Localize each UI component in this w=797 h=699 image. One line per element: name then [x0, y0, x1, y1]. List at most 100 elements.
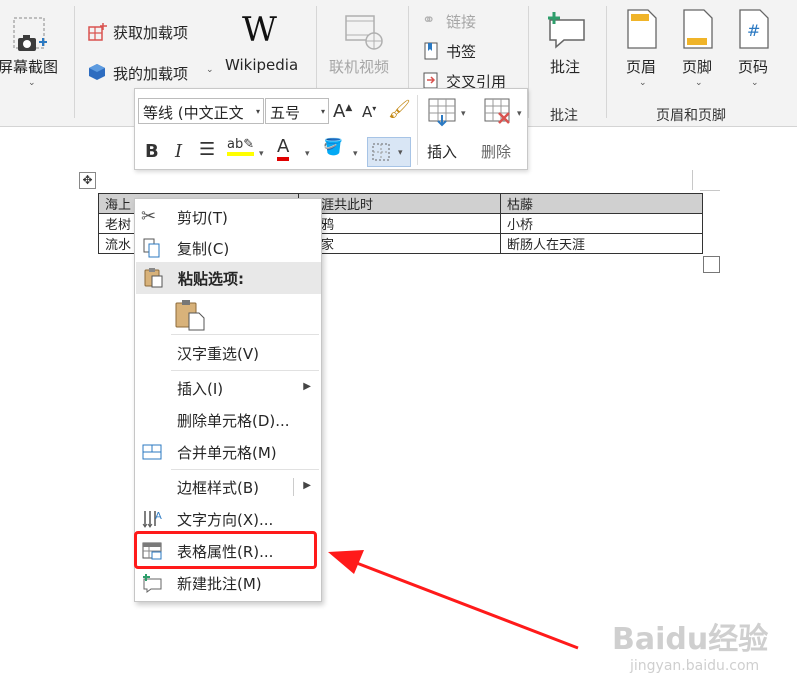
- link-icon: ⚭: [422, 10, 436, 29]
- submenu-arrow-icon: ▶: [303, 480, 311, 491]
- chevron-down-icon[interactable]: ▾: [259, 149, 264, 159]
- online-video-button[interactable]: 联机视频: [324, 10, 400, 80]
- borders-button[interactable]: ▾: [367, 137, 411, 167]
- delete-label: 删除: [481, 143, 512, 161]
- menu-item-label: 汉字重选(V): [177, 345, 259, 363]
- shrink-font-icon[interactable]: A▾: [362, 103, 376, 121]
- text-direction-icon: A: [142, 511, 162, 528]
- header-button[interactable]: 页眉 ⌄: [618, 6, 668, 92]
- menu-item-label: 新建批注(M): [177, 575, 262, 593]
- page-margin-mark: [700, 190, 720, 191]
- header-footer-group-label: 页眉和页脚: [656, 108, 726, 124]
- clipboard-icon: [144, 268, 163, 288]
- table-cell[interactable]: 枯藤: [500, 193, 703, 214]
- menu-item-insert[interactable]: 插入(I) ▶: [135, 373, 321, 403]
- menu-item-new-comment[interactable]: 新建批注(M): [135, 568, 321, 598]
- menu-item-label: 插入(I): [177, 380, 224, 398]
- menu-separator: [171, 469, 319, 470]
- italic-icon[interactable]: I: [175, 141, 182, 162]
- screenshot-label: 屏幕截图: [0, 58, 59, 76]
- format-painter-icon[interactable]: 🖌: [388, 99, 411, 120]
- menu-item-label: 文字方向(X)...: [177, 511, 274, 529]
- insert-rows-icon: [428, 98, 456, 127]
- my-addins-label: 我的加载项: [113, 65, 189, 83]
- font-color-icon[interactable]: A: [277, 137, 290, 161]
- annotation-highlight-box: [134, 531, 317, 569]
- page-margin-mark: [692, 170, 693, 190]
- footer-button[interactable]: 页脚 ⌄: [674, 6, 724, 92]
- svg-text:A: A: [155, 511, 162, 522]
- wikipedia-button[interactable]: W Wikipedia: [222, 10, 306, 80]
- chevron-down-icon: ⌄: [751, 78, 759, 88]
- font-name-combo[interactable]: 等线 (中文正文 ▾: [138, 98, 264, 124]
- screenshot-button[interactable]: 屏幕截图 ⌄: [0, 10, 68, 90]
- bold-icon[interactable]: B: [145, 141, 159, 162]
- grow-font-icon[interactable]: A▲: [333, 101, 352, 122]
- page-number-icon: #: [739, 9, 769, 49]
- grid-plus-icon: [88, 23, 107, 41]
- svg-text:#: #: [747, 21, 760, 40]
- ribbon-separator: [606, 6, 607, 118]
- chevron-down-icon[interactable]: ▾: [305, 149, 310, 159]
- menu-item-delete-cells[interactable]: 删除单元格(D)...: [135, 405, 321, 435]
- page-number-button[interactable]: # 页码 ⌄: [730, 6, 780, 92]
- table-resize-handle[interactable]: [703, 256, 720, 273]
- my-addins-button[interactable]: 我的加载项 ⌄: [86, 60, 218, 86]
- merge-cells-icon: [142, 444, 162, 460]
- paste-keep-formatting-icon: [175, 300, 205, 331]
- chevron-down-icon: ⌄: [206, 65, 214, 75]
- insert-table-button[interactable]: ▾ 插入: [423, 93, 471, 167]
- menu-item-reconvert[interactable]: 汉字重选(V): [135, 338, 321, 368]
- chevron-down-icon: ⌄: [28, 78, 36, 88]
- copy-icon: [143, 238, 160, 258]
- new-comment-icon: [548, 12, 585, 49]
- insert-label: 插入: [427, 143, 458, 161]
- font-size-value: 五号: [270, 104, 301, 122]
- shading-icon[interactable]: 🪣: [323, 137, 343, 160]
- chevron-down-icon: ▾: [398, 148, 403, 158]
- menu-item-copy[interactable]: 复制(C): [135, 233, 321, 263]
- menu-item-label: 删除单元格(D)...: [177, 412, 290, 430]
- table-cell[interactable]: 涯共此时: [298, 193, 501, 214]
- delete-table-button[interactable]: ▾ 删除: [479, 93, 527, 167]
- link-button[interactable]: ⚭ 链接: [420, 10, 500, 32]
- table-cell[interactable]: 家: [298, 233, 501, 254]
- header-label: 页眉: [626, 58, 657, 76]
- chevron-down-icon: ⌄: [695, 78, 703, 88]
- wikipedia-label: Wikipedia: [225, 56, 299, 74]
- chevron-down-icon: ▾: [255, 107, 260, 116]
- get-addins-button[interactable]: 获取加载项: [86, 20, 216, 46]
- link-label: 链接: [446, 13, 477, 31]
- split-divider: [293, 478, 294, 496]
- table-cell[interactable]: 鸦: [298, 213, 501, 234]
- camera-icon: [13, 17, 47, 51]
- chevron-down-icon[interactable]: ▾: [353, 149, 358, 159]
- menu-item-label: 复制(C): [177, 240, 230, 258]
- footer-icon: [683, 9, 713, 49]
- menu-item-border-styles[interactable]: 边框样式(B) ▶: [135, 472, 321, 502]
- ribbon-separator: [528, 6, 529, 118]
- center-align-icon[interactable]: ☰: [199, 139, 215, 160]
- highlight-icon[interactable]: ab✎: [227, 137, 255, 156]
- menu-item-cut[interactable]: ✂ 剪切(T): [135, 202, 321, 232]
- menu-item-text-direction[interactable]: A 文字方向(X)...: [135, 504, 321, 534]
- menu-item-label: 剪切(T): [177, 209, 228, 227]
- watermark-url: jingyan.baidu.com: [630, 658, 760, 674]
- table-cell[interactable]: 小桥: [500, 213, 703, 234]
- chevron-down-icon: ⌄: [639, 78, 647, 88]
- font-size-combo[interactable]: 五号 ▾: [265, 98, 329, 124]
- bookmark-label: 书签: [446, 43, 477, 61]
- chevron-down-icon: ▾: [517, 109, 522, 119]
- menu-item-merge-cells[interactable]: 合并单元格(M): [135, 437, 321, 467]
- table-cell[interactable]: 断肠人在天涯: [500, 233, 703, 254]
- menu-separator: [171, 370, 319, 371]
- comment-button[interactable]: 批注: [538, 6, 594, 82]
- font-name-value: 等线 (中文正文: [143, 104, 244, 122]
- menu-item-label: 边框样式(B): [177, 479, 259, 497]
- page-number-label: 页码: [738, 58, 769, 76]
- table-move-handle[interactable]: ✥: [79, 172, 96, 189]
- chevron-down-icon: ▾: [461, 109, 466, 119]
- bookmark-button[interactable]: 书签: [420, 40, 500, 62]
- paste-keep-source-button[interactable]: [173, 299, 207, 331]
- scissors-icon: ✂: [141, 206, 157, 227]
